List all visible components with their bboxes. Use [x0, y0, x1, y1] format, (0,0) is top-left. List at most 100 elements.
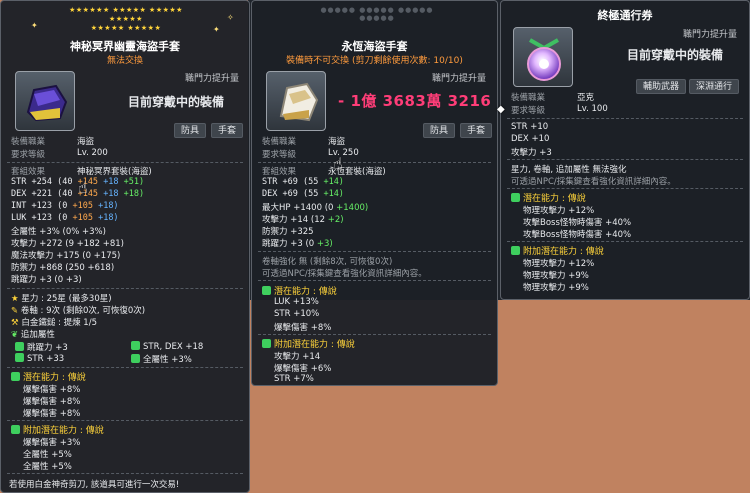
potential-line: STR +10% — [274, 309, 320, 319]
stat-row: DEX +10 — [511, 134, 550, 144]
scroll-info: ✎ 卷軸 : 9次 (剩餘0次, 可恢復0次) — [11, 306, 146, 316]
add-potential-label: 附加潛在能力 : 傳說 — [262, 337, 355, 350]
job-value: 亞克 — [577, 93, 595, 103]
potential-line: 爆擊傷害 +8% — [274, 323, 332, 333]
extra-stat-item: STR, DEX +18 — [131, 341, 203, 352]
extra-stat-item: 跳躍力 +3 — [15, 341, 68, 353]
price-diff: - 1億 3683萬 3216 — [338, 92, 492, 110]
divider — [258, 280, 491, 281]
hammer-icon: ⚒ — [11, 318, 19, 328]
divider — [258, 334, 491, 335]
add-potential-line: 物理攻擊力 +9% — [523, 283, 589, 293]
item-title: 永恆海盜手套 — [341, 40, 408, 53]
job-label: 裝備職業 — [511, 93, 546, 103]
divider — [7, 288, 243, 289]
medallion-icon — [527, 38, 561, 81]
stat-row: 最大HP +1400 (0 +1400) — [262, 203, 369, 213]
enhance-note: 星力, 卷軸, 追加屬性 無法強化 — [511, 165, 627, 175]
potential-line: 爆擊傷害 +8% — [23, 409, 81, 419]
sparkle-icon: ✦ — [31, 21, 38, 30]
equipped-text: 目前穿戴中的裝備 — [627, 48, 724, 62]
divider — [507, 188, 743, 189]
job-label: 裝備職業 — [262, 137, 297, 147]
potential-line: 物理攻擊力 +12% — [523, 206, 595, 216]
divider — [258, 162, 491, 163]
add-potential-line: 爆擊傷害 +6% — [274, 364, 332, 374]
extra-stat-item: 全屬性 +3% — [131, 353, 192, 365]
tooltip-equipped-gloves: ★★★★★★ ★★★★★ ★★★★★ ★★★★★ ★★★★★ ★★★★★ ✦ ✦… — [0, 0, 250, 493]
job-value: 海盜 — [328, 137, 346, 147]
add-potential-label: 附加潛在能力 : 傳說 — [511, 244, 604, 257]
tag-armor: 防具 — [174, 123, 207, 138]
potential-label: 潛在能力 : 傳說 — [262, 284, 337, 297]
req-value: Lv. 100 — [577, 104, 608, 114]
job-value: 海盜 — [77, 137, 95, 147]
starforce-stars: ★★★★★★ ★★★★★ ★★★★★ ★★★★★ ★★★★★ ★★★★★ — [69, 6, 183, 32]
gloves-icon — [279, 82, 319, 122]
item-title: 神秘冥界幽靈海盜手套 — [70, 40, 180, 53]
tag-abyss: 深淵通行 — [689, 79, 740, 94]
scroll-note: 卷軸強化 無 (剩餘8次, 可恢復0次) — [262, 257, 393, 267]
add-potential-line: 物理攻擊力 +9% — [523, 271, 589, 281]
potential-label: 潛在能力 : 傳說 — [11, 370, 86, 383]
set-label: 套組效果 — [262, 167, 297, 177]
npc-note: 可透過NPC/採集鍵查看強化資訊詳細內容。 — [511, 177, 676, 187]
divider — [7, 420, 243, 421]
divider — [258, 251, 491, 252]
tooltip-eternal-gloves: ●●●●● ●●●●● ●●●●● ●●●●● 永恆海盜手套 裝備時不可交換 (… — [251, 0, 498, 386]
gloves-icon — [26, 84, 68, 122]
potential-line: 爆擊傷害 +8% — [23, 385, 81, 395]
extra-stat-label: ❦ 追加屬性 — [11, 330, 55, 340]
stat-atk: 攻擊力 +272 (9 +182 +81) — [11, 239, 124, 249]
hand-cursor-icon: ☝ — [78, 178, 88, 197]
req-label: 要求等級 — [511, 106, 546, 116]
tooltip-ultimate-pass: 終極通行券 職門力提升量 目前穿戴中的裝備 輔助武器 深淵通行 裝備職業 亞克 … — [500, 0, 750, 300]
npc-note: 可透過NPC/採集鍵查看強化資訊詳細內容。 — [262, 269, 427, 279]
add-potential-line: 攻擊力 +14 — [274, 352, 321, 362]
tag-gloves: 手套 — [211, 123, 244, 138]
stat-row: 防禦力 +325 — [262, 227, 314, 237]
stat-allstat: 全屬性 +3% (0% +3%) — [11, 227, 106, 237]
stat-row: INT +123 (0 +105 +18) — [11, 201, 119, 211]
item-icon — [266, 71, 326, 131]
hand-cursor-icon: ☝ — [333, 154, 343, 173]
item-title: 終極通行券 — [597, 9, 653, 22]
add-potential-line: 全屬性 +5% — [23, 462, 72, 472]
stat-row: 攻擊力 +3 — [511, 148, 552, 158]
stat-row: STR +69 (55 +14) — [262, 177, 344, 187]
upgrade-label: 職門力提升量 — [683, 30, 738, 40]
add-potential-line: 爆擊傷害 +3% — [23, 438, 81, 448]
upgrade-label: 職門力提升量 — [432, 74, 487, 84]
req-value: Lv. 200 — [77, 148, 108, 158]
item-subtitle: 無法交換 — [106, 56, 143, 66]
potential-label: 潛在能力 : 傳說 — [511, 191, 586, 204]
stat-row: DEX +69 (55 +14) — [262, 189, 344, 199]
divider — [7, 473, 243, 474]
set-value: 神秘冥界套裝(海盜) — [77, 167, 152, 177]
pointer-icon: ◆ — [497, 104, 505, 115]
stat-row: 攻擊力 +14 (12 +2) — [262, 215, 344, 225]
tag-secondary: 輔助武器 — [636, 79, 687, 94]
divider — [507, 159, 743, 160]
job-label: 裝備職業 — [11, 137, 46, 147]
potential-line: LUK +13% — [274, 297, 319, 307]
stat-row: 跳躍力 +3 (0 +3) — [262, 239, 333, 249]
scroll-icon: ✎ — [11, 306, 19, 316]
item-subtitle: 裝備時不可交換 (剪刀剩餘使用次數: 10/10) — [286, 56, 463, 66]
starforce-stars-empty: ●●●●● ●●●●● ●●●●● ●●●●● — [320, 6, 434, 22]
item-icon — [15, 71, 75, 131]
item-icon — [513, 27, 573, 87]
starforce-info: ★ 星力 : 25星 (最多30星) — [11, 294, 112, 304]
req-label: 要求等級 — [11, 150, 46, 160]
upgrade-label: 職門力提升量 — [185, 74, 240, 84]
potential-line: 爆擊傷害 +8% — [23, 397, 81, 407]
stat-matk: 魔法攻擊力 +175 (0 +175) — [11, 251, 121, 261]
star-icon: ★ — [11, 294, 19, 304]
add-potential-label: 附加潛在能力 : 傳說 — [11, 423, 104, 436]
tag-gloves: 手套 — [460, 123, 493, 138]
sparkle-icon: ✧ — [227, 13, 234, 22]
req-label: 要求等級 — [262, 150, 297, 160]
hammer-info: ⚒ 白金鐵鎚 : 提煉 1/5 — [11, 318, 97, 328]
extra-stat-item: STR +33 — [15, 353, 64, 364]
sparkle-icon: ✦ — [213, 25, 220, 34]
